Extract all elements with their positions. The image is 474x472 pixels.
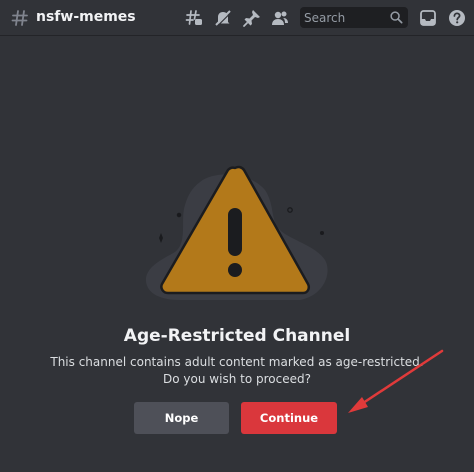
hashtag-icon [11, 10, 28, 26]
annotation-arrow-icon [348, 349, 444, 413]
continue-button[interactable]: Continue [241, 402, 337, 434]
modal-title: Age-Restricted Channel [123, 326, 351, 346]
search-input[interactable] [300, 7, 384, 28]
channel-header: nsfw-memes [0, 0, 474, 36]
search-icon [390, 11, 403, 24]
mute-notifications-icon[interactable] [213, 8, 233, 28]
pin-icon[interactable] [242, 8, 262, 28]
age-restricted-illustration [145, 165, 328, 300]
help-icon[interactable] [447, 8, 467, 28]
nope-button[interactable]: Nope [134, 402, 229, 434]
inbox-icon[interactable] [418, 8, 438, 28]
channel-name: nsfw-memes [36, 9, 136, 25]
threads-icon[interactable] [184, 8, 204, 28]
search-box[interactable] [300, 7, 408, 28]
members-icon[interactable] [270, 8, 290, 28]
